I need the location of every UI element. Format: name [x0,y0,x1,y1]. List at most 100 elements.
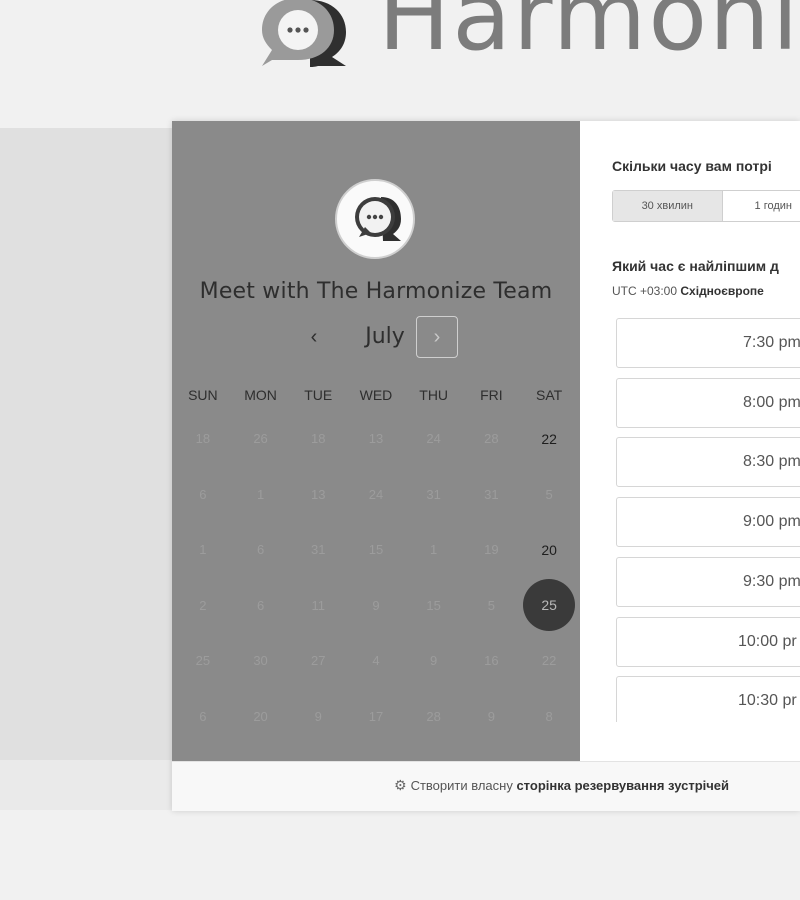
calendar-week-row: 25 30 27 4 9 16 22 [174,633,578,689]
calendar-day: 6 [174,689,232,745]
calendar-day-number: 9 [430,653,438,669]
weekday-label: THU [419,387,449,403]
calendar-day-number: 31 [484,486,499,502]
calendar-day-number: 5 [545,486,553,502]
time-slot-button[interactable]: 10:00 pr [616,616,800,667]
page-side-band-lower [0,760,172,810]
calendar-day: 31 [289,522,347,578]
weekday-label: FRI [480,387,503,403]
calendar-day[interactable]: 20 [520,522,578,578]
calendar-day: 9 [347,578,405,634]
calendar-day: 24 [347,467,405,523]
calendar-day: 18 [174,411,232,467]
calendar-week-row: 1 6 31 15 1 19 20 [174,522,578,578]
weekday-label: SUN [188,387,218,403]
time-slot-list: 7:30 pm 8:00 pm 8:30 pm 9:00 pm 9:30 pm 10:00… [616,318,800,722]
calendar-day: 5 [520,467,578,523]
prev-month-button[interactable]: ‹ [304,322,324,352]
calendar-day: 25 [174,633,232,689]
timezone-label[interactable]: UTC +03:00 Східноєвропе [612,284,764,298]
weekday-header-row: SUN MON TUE WED THU FRI SAT [174,379,578,411]
calendar-day: 9 [405,633,463,689]
duration-30min-button[interactable]: 30 хвилин [613,191,723,221]
calendar-day-number: 24 [368,486,384,502]
calendar-day-number: 18 [311,431,326,447]
time-slot-button[interactable]: 7:30 pm [616,318,800,368]
footer-prefix: Створити власну [410,778,513,793]
calendar-day: 28 [463,411,521,467]
calendar-day: 17 [347,689,405,745]
calendar-week-row: 6 1 13 24 31 31 5 [174,467,578,523]
calendar-day: 6 [232,522,290,578]
calendar-day: 11 [289,578,347,634]
calendar-day-number: 1 [199,542,207,558]
calendar-day: 2 [174,578,232,634]
calendar-day: 13 [347,411,405,467]
calendar-day-number: 31 [311,542,326,558]
duration-1hour-button[interactable]: 1 годин [723,191,800,221]
time-slot-button[interactable]: 8:00 pm [616,377,800,428]
calendar-day: 1 [405,522,463,578]
calendar-day: 6 [174,467,232,523]
calendar-day[interactable]: 22 [520,411,578,467]
duration-question: Скільки часу вам потрі [612,158,772,174]
calendar-day: 30 [232,633,290,689]
calendar-day: 1 [174,522,232,578]
brand-name: Harmoni [378,0,800,72]
time-slot-button[interactable]: 9:00 pm [616,497,800,548]
calendar-grid: SUN MON TUE WED THU FRI SAT 18 26 18 13 24 28 22 6 1 13… [174,379,578,744]
calendar-day: 24 [405,411,463,467]
calendar-day-number: 16 [484,653,499,669]
calendar-week-row: 6 20 9 17 28 9 8 [174,689,578,745]
time-slot-button[interactable]: 8:30 pm [616,437,800,488]
calendar-day-number: 22 [541,653,557,669]
calendar-day-number: 6 [199,486,207,502]
calendar-day-number: 6 [199,708,207,724]
month-navigation: ‹ July › [172,316,580,360]
calendar-day-number: 11 [311,597,326,613]
team-avatar [335,179,415,259]
time-slot-button[interactable]: 9:30 pm [616,556,800,607]
time-slot-button[interactable]: 10:30 pr [616,676,800,722]
calendar-day-number: 26 [253,431,268,447]
meeting-title: Meet with The Harmonize Team [199,279,553,304]
calendar-day-number: 27 [311,653,326,669]
calendar-week-row: 18 26 18 13 24 28 22 [174,411,578,467]
calendar-day: 1 [232,467,290,523]
calendar-day: 8 [520,689,578,745]
month-label: July [365,324,405,349]
calendar-day: 15 [347,522,405,578]
booking-footer: ⚙ Створити власну сторінка резервування з… [172,761,800,811]
calendar-day: 9 [289,689,347,745]
calendar-day: 27 [289,633,347,689]
calendar-day-number: 22 [541,430,557,447]
calendar-day-number: 15 [426,597,441,613]
calendar-day-selected[interactable]: 25 [520,578,578,634]
calendar-day-number: 20 [253,708,268,724]
calendar-day-number: 1 [430,542,438,558]
chat-bubble-avatar-icon [355,197,401,241]
timezone-offset: UTC +03:00 [612,284,678,298]
next-month-button[interactable]: › [416,316,458,358]
hubspot-sprocket-icon: ⚙ [394,777,407,793]
time-question: Який час є найліпшим д [612,258,779,274]
calendar-day-number: 5 [487,597,495,613]
calendar-day: 26 [232,411,290,467]
header: Harmoni [0,0,800,100]
calendar-day: 13 [289,467,347,523]
calendar-day: 19 [463,522,521,578]
create-booking-page-link[interactable]: ⚙ Створити власну сторінка резервування з… [394,777,729,794]
calendar-day: 5 [463,578,521,634]
calendar-day: 18 [289,411,347,467]
calendar-day-number: 30 [253,653,268,669]
calendar-day-number: 18 [195,431,211,447]
calendar-day-number: 28 [426,708,441,724]
calendar-day-number: 9 [372,597,380,613]
calendar-day-number: 2 [199,597,207,613]
calendar-day-number: 25 [195,653,211,669]
calendar-day-number: 4 [372,653,380,669]
weekday-label: TUE [304,387,333,403]
calendar-day-number: 1 [256,486,265,502]
calendar-day-number: 6 [256,597,265,613]
calendar-day: 22 [520,633,578,689]
